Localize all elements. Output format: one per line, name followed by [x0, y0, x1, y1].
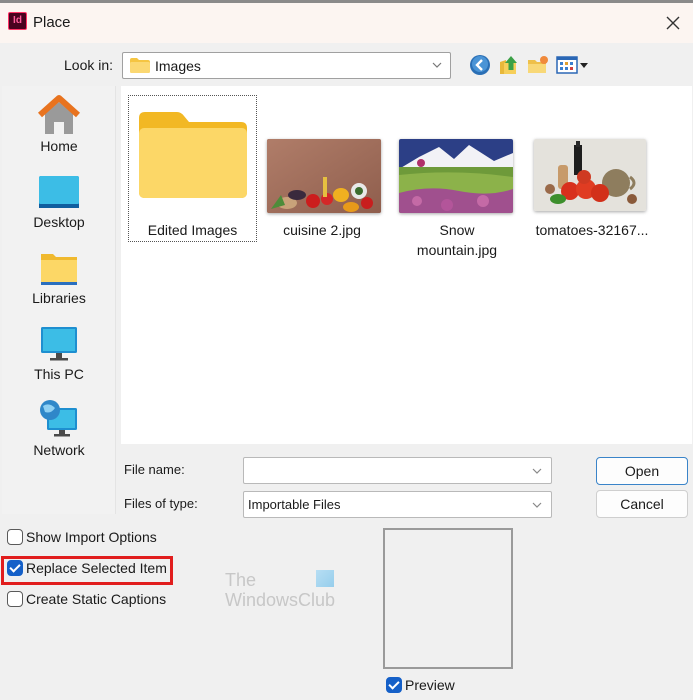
file-name: cuisine 2.jpg: [283, 222, 361, 238]
folder-icon: [139, 112, 247, 198]
checkbox-box[interactable]: [7, 591, 23, 607]
look-in-value: Images: [155, 58, 201, 74]
new-folder-button[interactable]: [527, 54, 549, 76]
places-label: This PC: [34, 366, 84, 382]
places-label: Desktop: [33, 214, 85, 230]
dialog-title: Place: [33, 14, 71, 31]
up-one-level-button[interactable]: [498, 54, 520, 76]
checkbox-label: Preview: [405, 677, 455, 693]
checkbox-label: Show Import Options: [26, 529, 157, 545]
preview-checkbox[interactable]: Preview: [386, 677, 455, 693]
file-name: tomatoes-32167...: [535, 222, 649, 238]
file-item-snow-mountain[interactable]: Snow mountain.jpg: [393, 96, 521, 261]
watermark-logo-icon: [316, 570, 334, 587]
desktop-icon: [39, 176, 79, 208]
checkbox-label: Create Static Captions: [26, 591, 167, 607]
close-icon: [666, 16, 680, 30]
open-button[interactable]: Open: [596, 457, 688, 485]
checkbox-box-checked[interactable]: [7, 560, 23, 576]
file-name: Edited Images: [147, 222, 238, 238]
places-item-network[interactable]: Network: [2, 398, 116, 470]
chevron-down-icon: [432, 62, 442, 68]
close-button[interactable]: [661, 11, 685, 35]
look-in-label: Look in:: [64, 57, 114, 73]
places-label: Libraries: [32, 290, 86, 306]
back-button[interactable]: [469, 54, 491, 76]
show-import-options-checkbox[interactable]: Show Import Options: [7, 529, 157, 545]
chevron-down-icon: [532, 502, 542, 508]
view-grid-icon: [556, 56, 588, 74]
cancel-button[interactable]: Cancel: [596, 490, 688, 518]
places-item-this-pc[interactable]: This PC: [2, 324, 116, 396]
places-label: Network: [33, 442, 85, 458]
places-bar: Home Desktop Libraries This PC Network: [2, 86, 116, 514]
file-name-combo[interactable]: [243, 457, 552, 484]
places-item-desktop[interactable]: Desktop: [2, 172, 116, 244]
view-menu-button[interactable]: [556, 54, 590, 76]
folder-icon: [130, 58, 150, 73]
checkbox-box-checked[interactable]: [386, 677, 402, 693]
file-item-tomatoes[interactable]: tomatoes-32167...: [527, 96, 657, 241]
new-folder-icon: [528, 56, 548, 73]
create-static-captions-checkbox[interactable]: Create Static Captions: [7, 591, 166, 607]
checkbox-label: Replace Selected Item: [26, 560, 167, 576]
image-thumbnail: [534, 139, 646, 211]
file-name-line1: Snow: [439, 222, 475, 238]
image-thumbnail: [267, 139, 381, 213]
home-icon: [37, 95, 81, 134]
chevron-down-icon[interactable]: [531, 465, 543, 477]
places-label: Home: [40, 138, 78, 154]
file-name-line2: mountain.jpg: [416, 242, 498, 258]
indesign-app-icon: Id: [8, 12, 27, 30]
places-item-libraries[interactable]: Libraries: [2, 248, 116, 320]
file-item-edited-images[interactable]: Edited Images: [128, 95, 257, 242]
title-bar: Id Place: [0, 3, 693, 43]
replace-selected-item-checkbox[interactable]: Replace Selected Item: [7, 560, 167, 576]
file-list[interactable]: Edited Images cuisine 2.jpg Snow mountai…: [121, 86, 692, 444]
look-in-dropdown[interactable]: Images: [122, 52, 451, 79]
checkbox-box[interactable]: [7, 529, 23, 545]
back-arrow-icon: [470, 55, 490, 75]
watermark-line2: WindowsClub: [225, 590, 336, 610]
files-of-type-dropdown[interactable]: Importable Files: [243, 491, 552, 518]
file-name-label: File name:: [124, 462, 185, 477]
file-name-input[interactable]: [244, 458, 514, 483]
image-thumbnail: [399, 139, 513, 213]
up-folder-icon: [500, 56, 517, 74]
computer-icon: [41, 327, 77, 361]
libraries-icon: [41, 254, 77, 285]
files-of-type-value: Importable Files: [248, 497, 341, 512]
files-of-type-label: Files of type:: [124, 496, 198, 511]
places-item-home[interactable]: Home: [2, 94, 116, 166]
file-item-cuisine[interactable]: cuisine 2.jpg: [261, 96, 383, 241]
preview-pane: [383, 528, 513, 669]
network-icon: [40, 400, 77, 437]
